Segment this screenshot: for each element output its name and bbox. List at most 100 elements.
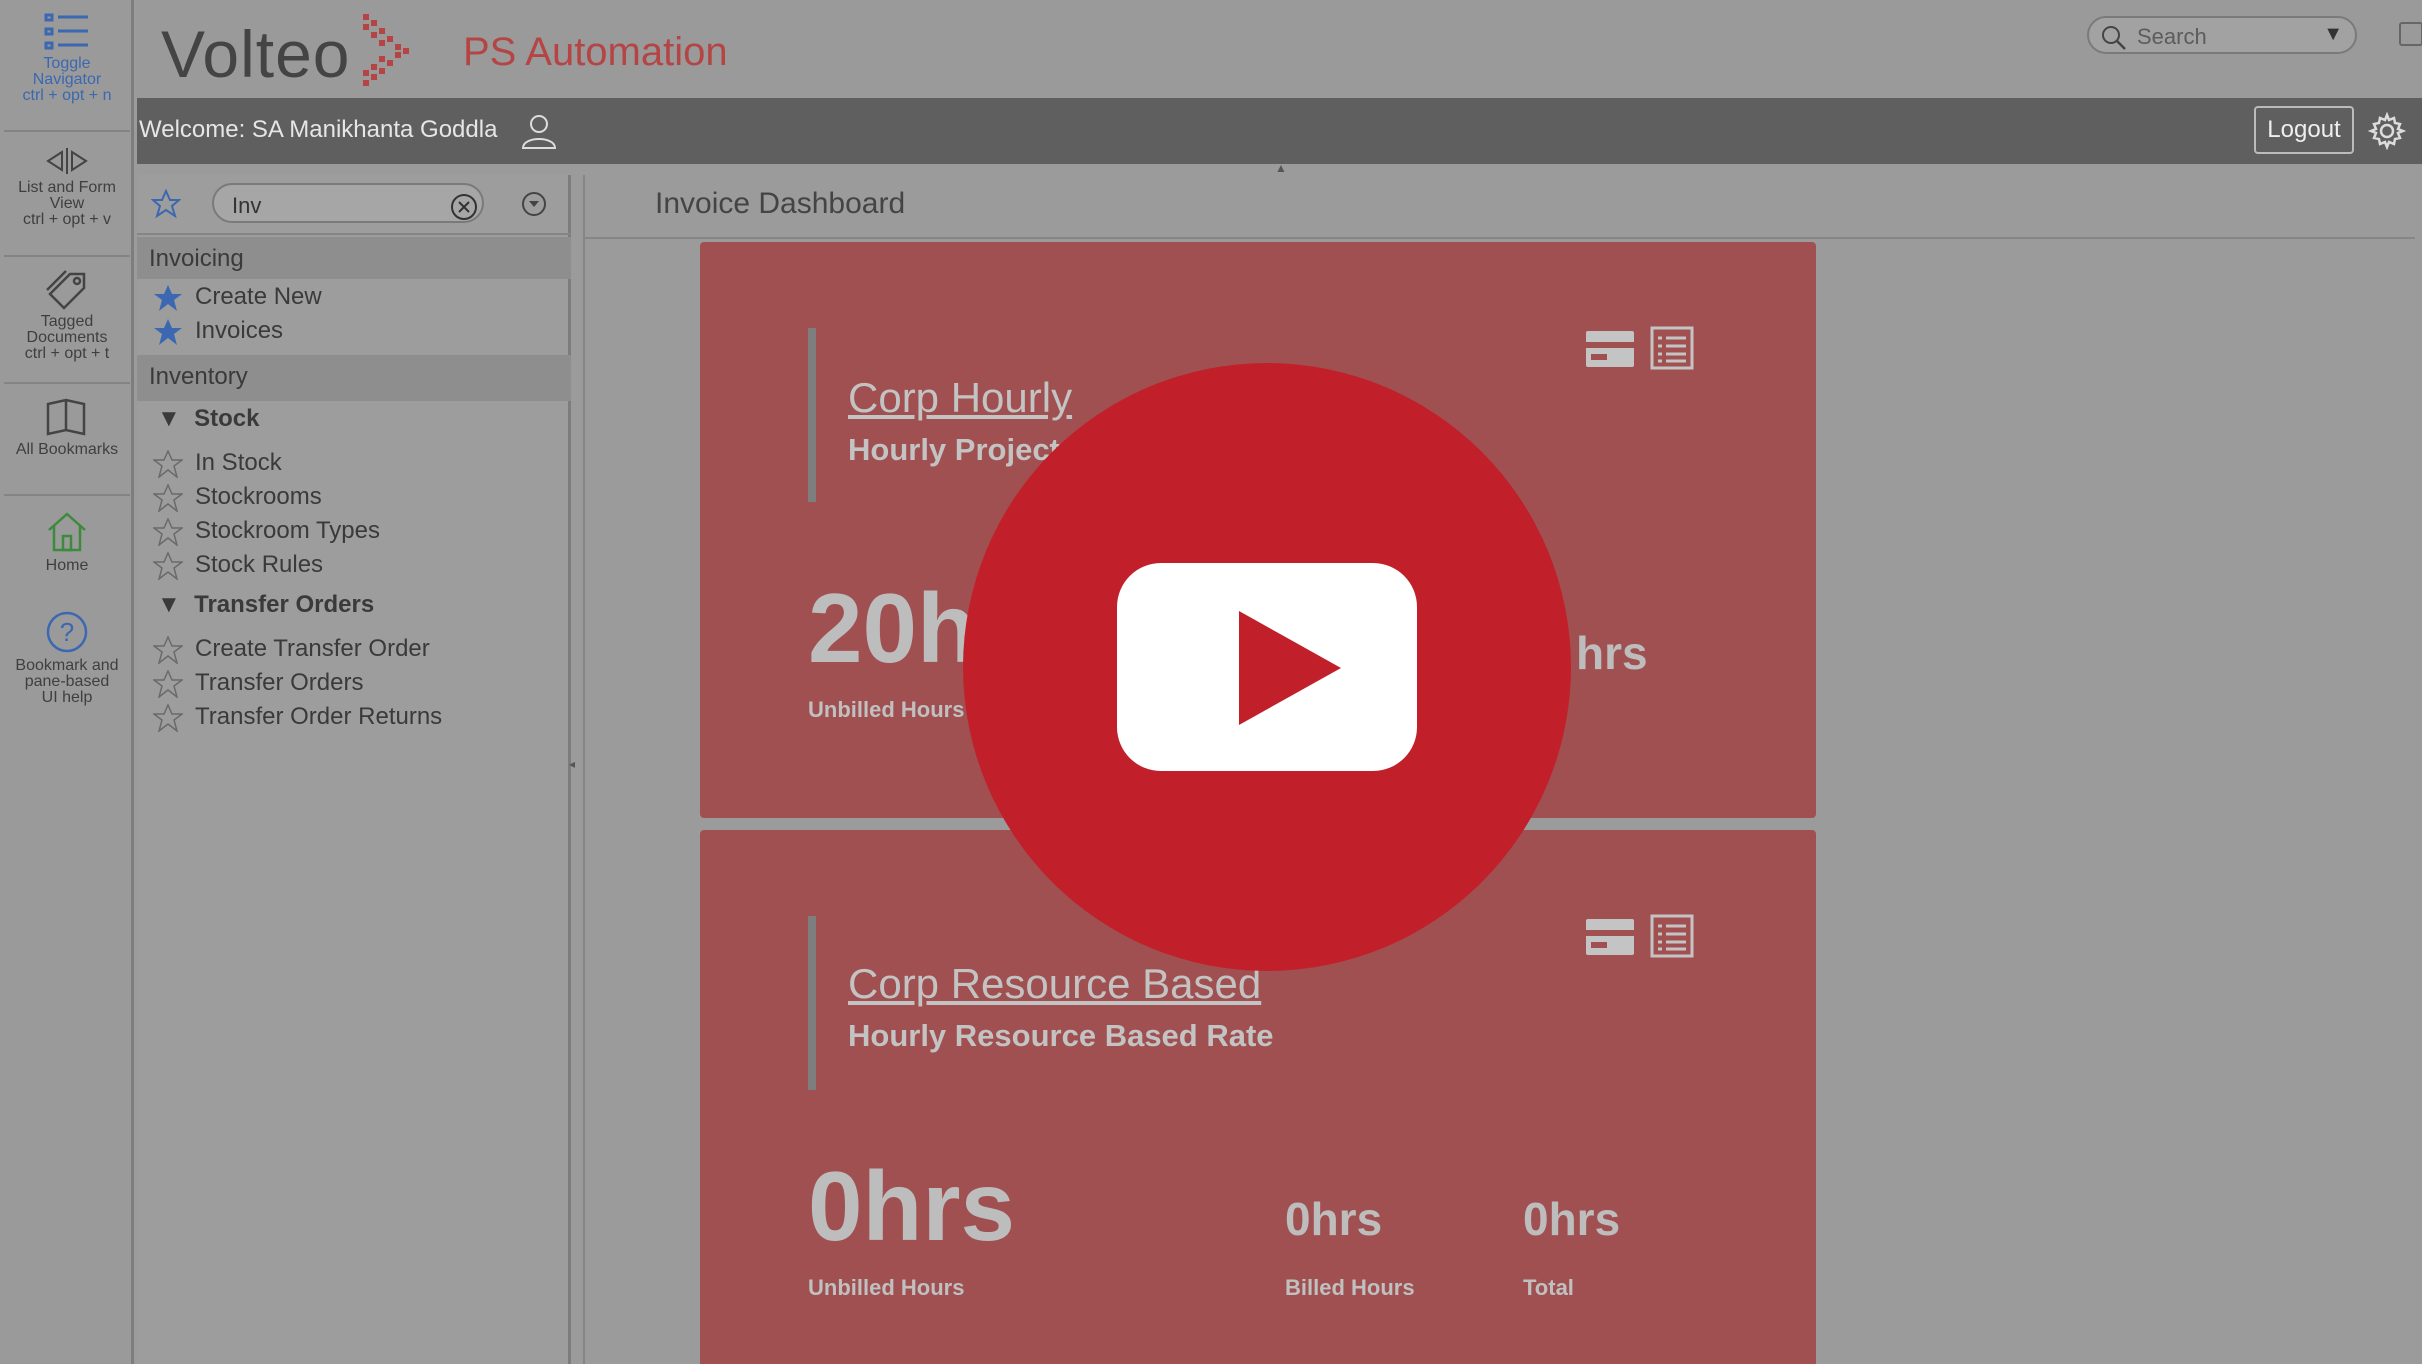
toggle-navigator-button[interactable]: Toggle Navigator ctrl + opt + n <box>0 12 134 104</box>
nav-section-invoicing[interactable]: Invoicing <box>137 237 571 279</box>
nav-section-label: Inventory <box>149 363 248 390</box>
home-button[interactable]: Home <box>0 510 134 574</box>
total-hours-label: Total <box>1523 1275 1574 1300</box>
list-form-view-label-2: View <box>49 195 85 212</box>
icon-rail: Toggle Navigator ctrl + opt + n List and… <box>0 0 134 1364</box>
star-icon[interactable] <box>151 189 181 219</box>
unbilled-hours-value: 20h <box>808 573 977 683</box>
toggle-navigator-label: Toggle <box>43 55 91 72</box>
rail-divider <box>4 130 130 132</box>
nav-group-label: Transfer Orders <box>194 591 375 618</box>
nav-section-inventory[interactable]: Inventory <box>137 355 571 401</box>
gear-icon[interactable] <box>2368 112 2406 150</box>
question-icon: ? <box>46 611 88 653</box>
nav-item-transfer-order-returns[interactable]: Transfer Order Returns <box>153 701 442 733</box>
star-outline-icon[interactable] <box>153 449 183 478</box>
navigator-search-value: Inv <box>232 193 262 218</box>
card-view-icon[interactable] <box>1585 330 1635 368</box>
nav-item-label: Invoices <box>195 317 284 344</box>
user-icon[interactable] <box>520 112 558 150</box>
dropdown-circle-icon[interactable] <box>521 191 547 217</box>
list-view-icon[interactable] <box>1650 326 1694 370</box>
all-bookmarks-button[interactable]: All Bookmarks <box>0 398 134 458</box>
unbilled-hours-label: Unbilled Hours <box>808 697 965 722</box>
total-hours-value: 0hrs <box>1523 1193 1621 1245</box>
chevron-down-icon[interactable]: ▼ <box>2323 23 2343 46</box>
pane-resize-handle[interactable]: ◂ <box>569 757 575 771</box>
nav-group-transfer-orders[interactable]: ▼ Transfer Orders <box>157 589 374 621</box>
nav-item-create-transfer-order[interactable]: Create Transfer Order <box>153 633 430 665</box>
list-icon <box>44 13 88 50</box>
navigator-search-row: Inv <box>137 175 571 235</box>
nav-item-invoices[interactable]: Invoices <box>153 315 283 347</box>
tag-icon <box>46 270 86 310</box>
nav-item-stockrooms[interactable]: Stockrooms <box>153 481 322 513</box>
card-accent-bar <box>808 328 816 502</box>
nav-group-label: Stock <box>194 405 260 432</box>
svg-text:?: ? <box>60 617 74 647</box>
star-outline-icon[interactable] <box>153 669 183 698</box>
nav-item-label: Stockrooms <box>195 483 322 510</box>
star-filled-icon[interactable] <box>153 318 183 346</box>
nav-item-label: Transfer Orders <box>195 669 364 696</box>
card-view-icon[interactable] <box>1585 918 1635 956</box>
global-search[interactable]: Search ▼ <box>2087 16 2357 54</box>
clear-icon[interactable] <box>450 193 478 221</box>
nav-group-stock[interactable]: ▼ Stock <box>157 403 259 435</box>
resize-handle[interactable]: ▲ <box>1275 161 1287 175</box>
toggle-navigator-label-2: Navigator <box>32 71 102 88</box>
nav-item-label: Stock Rules <box>195 551 324 578</box>
nav-section-label: Invoicing <box>149 245 244 272</box>
welcome-bar: Welcome: SA Manikhanta Goddla Logout <box>137 98 2422 164</box>
video-play-button[interactable] <box>963 363 1571 971</box>
logo[interactable]: Volteo <box>161 16 351 92</box>
navigator-search-input[interactable]: Inv <box>212 183 484 223</box>
logout-button[interactable]: Logout <box>2254 106 2354 154</box>
toggle-navigator-shortcut: ctrl + opt + n <box>22 87 112 104</box>
tagged-documents-label: Tagged <box>40 313 94 330</box>
tagged-documents-button[interactable]: Tagged Documents ctrl + opt + t <box>0 268 134 362</box>
search-icon <box>2102 26 2126 50</box>
home-label: Home <box>45 557 89 574</box>
tagged-documents-label-2: Documents <box>26 329 108 346</box>
star-outline-icon[interactable] <box>153 703 183 732</box>
tagged-documents-shortcut: ctrl + opt + t <box>24 345 110 362</box>
unbilled-hours-value: 0hrs <box>808 1151 1016 1261</box>
app-header: Volteo PS Automation Search ▼ <box>137 0 2422 98</box>
nav-item-stock-rules[interactable]: Stock Rules <box>153 549 323 581</box>
play-icon <box>1117 563 1417 771</box>
nav-item-create-new[interactable]: Create New <box>153 281 322 313</box>
help-label-2: pane-based <box>24 673 110 690</box>
nav-item-label: Create New <box>195 283 322 310</box>
billed-hours-label: Billed Hours <box>1285 1275 1415 1300</box>
content-title-bar: Invoice Dashboard <box>585 175 2415 239</box>
help-label: Bookmark and <box>15 657 119 674</box>
hours-value: hrs <box>1576 627 1648 679</box>
triangle-down-icon: ▼ <box>157 405 181 432</box>
star-outline-icon[interactable] <box>153 635 183 664</box>
list-form-view-button[interactable]: List and Form View ctrl + opt + v <box>0 146 134 228</box>
billed-hours-value: 0hrs <box>1285 1193 1383 1245</box>
help-button[interactable]: ? Bookmark and pane-based UI help <box>0 610 134 706</box>
home-icon <box>48 512 86 552</box>
star-outline-icon[interactable] <box>153 517 183 546</box>
star-outline-icon[interactable] <box>153 551 183 580</box>
star-outline-icon[interactable] <box>153 483 183 512</box>
star-filled-icon[interactable] <box>153 284 183 312</box>
nav-item-transfer-orders[interactable]: Transfer Orders <box>153 667 363 699</box>
rail-divider <box>4 494 130 496</box>
nav-item-in-stock[interactable]: In Stock <box>153 447 282 479</box>
app-title: PS Automation <box>463 30 728 74</box>
collapse-header-icon[interactable] <box>2399 22 2422 46</box>
logo-chevron-icon <box>363 14 409 86</box>
nav-item-label: Transfer Order Returns <box>195 703 443 730</box>
all-bookmarks-label: All Bookmarks <box>15 441 119 458</box>
nav-item-label: In Stock <box>195 449 282 476</box>
card-subtitle: Hourly Resource Based Rate <box>848 1018 1274 1053</box>
navigator-pane: Inv Invoicing Create New Invoices Invent… <box>137 175 575 1364</box>
unbilled-hours-label: Unbilled Hours <box>808 1275 965 1300</box>
list-view-icon[interactable] <box>1650 914 1694 958</box>
page-title: Invoice Dashboard <box>655 187 906 220</box>
nav-item-stockroom-types[interactable]: Stockroom Types <box>153 515 380 547</box>
book-icon <box>46 398 86 436</box>
